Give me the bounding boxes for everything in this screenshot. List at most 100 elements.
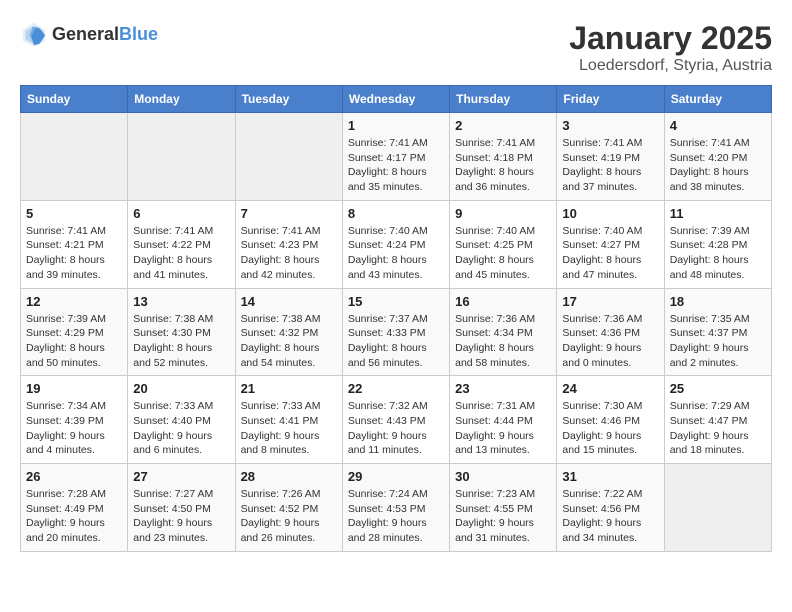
day-info: Sunrise: 7:41 AM Sunset: 4:19 PM Dayligh… bbox=[562, 136, 658, 195]
day-info: Sunrise: 7:35 AM Sunset: 4:37 PM Dayligh… bbox=[670, 312, 766, 371]
day-number: 30 bbox=[455, 469, 551, 484]
day-info: Sunrise: 7:29 AM Sunset: 4:47 PM Dayligh… bbox=[670, 399, 766, 458]
day-number: 31 bbox=[562, 469, 658, 484]
day-cell: 21 Sunrise: 7:33 AM Sunset: 4:41 PM Dayli… bbox=[235, 376, 342, 464]
day-number: 11 bbox=[670, 206, 766, 221]
header-monday: Monday bbox=[128, 86, 235, 113]
day-info: Sunrise: 7:34 AM Sunset: 4:39 PM Dayligh… bbox=[26, 399, 122, 458]
day-cell: 16 Sunrise: 7:36 AM Sunset: 4:34 PM Dayli… bbox=[450, 288, 557, 376]
day-info: Sunrise: 7:37 AM Sunset: 4:33 PM Dayligh… bbox=[348, 312, 444, 371]
day-info: Sunrise: 7:31 AM Sunset: 4:44 PM Dayligh… bbox=[455, 399, 551, 458]
week-row-4: 19 Sunrise: 7:34 AM Sunset: 4:39 PM Dayli… bbox=[21, 376, 772, 464]
header-wednesday: Wednesday bbox=[342, 86, 449, 113]
day-info: Sunrise: 7:27 AM Sunset: 4:50 PM Dayligh… bbox=[133, 487, 229, 546]
day-info: Sunrise: 7:24 AM Sunset: 4:53 PM Dayligh… bbox=[348, 487, 444, 546]
day-info: Sunrise: 7:41 AM Sunset: 4:18 PM Dayligh… bbox=[455, 136, 551, 195]
page-subtitle: Loedersdorf, Styria, Austria bbox=[569, 57, 772, 75]
day-cell: 17Sunrise: 7:36 AM Sunset: 4:36 PM Dayli… bbox=[557, 288, 664, 376]
day-cell: 7Sunrise: 7:41 AM Sunset: 4:23 PM Daylig… bbox=[235, 200, 342, 288]
day-number: 25 bbox=[670, 381, 766, 396]
day-cell: 22 Sunrise: 7:32 AM Sunset: 4:43 PM Dayli… bbox=[342, 376, 449, 464]
day-info: Sunrise: 7:30 AM Sunset: 4:46 PM Dayligh… bbox=[562, 399, 658, 458]
day-number: 22 bbox=[348, 381, 444, 396]
week-row-2: 5Sunrise: 7:41 AM Sunset: 4:21 PM Daylig… bbox=[21, 200, 772, 288]
header-row: SundayMondayTuesdayWednesdayThursdayFrid… bbox=[21, 86, 772, 113]
day-number: 6 bbox=[133, 206, 229, 221]
day-cell: 29 Sunrise: 7:24 AM Sunset: 4:53 PM Dayli… bbox=[342, 464, 449, 552]
day-number: 27 bbox=[133, 469, 229, 484]
day-info: Sunrise: 7:36 AM Sunset: 4:34 PM Dayligh… bbox=[455, 312, 551, 371]
day-cell: 8 Sunrise: 7:40 AM Sunset: 4:24 PM Daylig… bbox=[342, 200, 449, 288]
day-number: 26 bbox=[26, 469, 122, 484]
day-cell bbox=[664, 464, 771, 552]
day-cell bbox=[128, 113, 235, 201]
day-number: 17 bbox=[562, 294, 658, 309]
day-number: 3 bbox=[562, 118, 658, 133]
day-info: Sunrise: 7:39 AM Sunset: 4:29 PM Dayligh… bbox=[26, 312, 122, 371]
day-number: 10 bbox=[562, 206, 658, 221]
day-info: Sunrise: 7:32 AM Sunset: 4:43 PM Dayligh… bbox=[348, 399, 444, 458]
day-info: Sunrise: 7:41 AM Sunset: 4:20 PM Dayligh… bbox=[670, 136, 766, 195]
day-cell: 9Sunrise: 7:40 AM Sunset: 4:25 PM Daylig… bbox=[450, 200, 557, 288]
logo-text-general: General bbox=[52, 24, 119, 45]
day-cell: 23 Sunrise: 7:31 AM Sunset: 4:44 PM Dayli… bbox=[450, 376, 557, 464]
day-info: Sunrise: 7:33 AM Sunset: 4:40 PM Dayligh… bbox=[133, 399, 229, 458]
day-number: 13 bbox=[133, 294, 229, 309]
day-info: Sunrise: 7:40 AM Sunset: 4:27 PM Dayligh… bbox=[562, 224, 658, 283]
logo-icon bbox=[20, 20, 48, 48]
header-friday: Friday bbox=[557, 86, 664, 113]
day-cell: 13Sunrise: 7:38 AM Sunset: 4:30 PM Dayli… bbox=[128, 288, 235, 376]
calendar-table: SundayMondayTuesdayWednesdayThursdayFrid… bbox=[20, 85, 772, 552]
day-cell: 19 Sunrise: 7:34 AM Sunset: 4:39 PM Dayli… bbox=[21, 376, 128, 464]
day-cell bbox=[21, 113, 128, 201]
day-cell bbox=[235, 113, 342, 201]
day-number: 16 bbox=[455, 294, 551, 309]
day-info: Sunrise: 7:28 AM Sunset: 4:49 PM Dayligh… bbox=[26, 487, 122, 546]
day-cell: 2Sunrise: 7:41 AM Sunset: 4:18 PM Daylig… bbox=[450, 113, 557, 201]
title-block: January 2025 Loedersdorf, Styria, Austri… bbox=[569, 20, 772, 75]
day-info: Sunrise: 7:33 AM Sunset: 4:41 PM Dayligh… bbox=[241, 399, 337, 458]
day-number: 23 bbox=[455, 381, 551, 396]
day-number: 19 bbox=[26, 381, 122, 396]
day-cell: 15 Sunrise: 7:37 AM Sunset: 4:33 PM Dayli… bbox=[342, 288, 449, 376]
day-cell: 26 Sunrise: 7:28 AM Sunset: 4:49 PM Dayli… bbox=[21, 464, 128, 552]
logo: General Blue bbox=[20, 20, 158, 48]
day-number: 28 bbox=[241, 469, 337, 484]
week-row-5: 26 Sunrise: 7:28 AM Sunset: 4:49 PM Dayli… bbox=[21, 464, 772, 552]
header-sunday: Sunday bbox=[21, 86, 128, 113]
day-cell: 27 Sunrise: 7:27 AM Sunset: 4:50 PM Dayli… bbox=[128, 464, 235, 552]
page-title: January 2025 bbox=[569, 20, 772, 57]
day-info: Sunrise: 7:40 AM Sunset: 4:24 PM Dayligh… bbox=[348, 224, 444, 283]
day-number: 29 bbox=[348, 469, 444, 484]
day-cell: 6 Sunrise: 7:41 AM Sunset: 4:22 PM Daylig… bbox=[128, 200, 235, 288]
day-info: Sunrise: 7:39 AM Sunset: 4:28 PM Dayligh… bbox=[670, 224, 766, 283]
day-cell: 30 Sunrise: 7:23 AM Sunset: 4:55 PM Dayli… bbox=[450, 464, 557, 552]
day-cell: 10 Sunrise: 7:40 AM Sunset: 4:27 PM Dayli… bbox=[557, 200, 664, 288]
day-cell: 11 Sunrise: 7:39 AM Sunset: 4:28 PM Dayli… bbox=[664, 200, 771, 288]
day-info: Sunrise: 7:41 AM Sunset: 4:21 PM Dayligh… bbox=[26, 224, 122, 283]
day-cell: 12Sunrise: 7:39 AM Sunset: 4:29 PM Dayli… bbox=[21, 288, 128, 376]
day-info: Sunrise: 7:41 AM Sunset: 4:22 PM Dayligh… bbox=[133, 224, 229, 283]
day-cell: 14Sunrise: 7:38 AM Sunset: 4:32 PM Dayli… bbox=[235, 288, 342, 376]
day-cell: 20Sunrise: 7:33 AM Sunset: 4:40 PM Dayli… bbox=[128, 376, 235, 464]
day-number: 21 bbox=[241, 381, 337, 396]
day-info: Sunrise: 7:38 AM Sunset: 4:32 PM Dayligh… bbox=[241, 312, 337, 371]
day-cell: 5Sunrise: 7:41 AM Sunset: 4:21 PM Daylig… bbox=[21, 200, 128, 288]
day-cell: 28Sunrise: 7:26 AM Sunset: 4:52 PM Dayli… bbox=[235, 464, 342, 552]
day-info: Sunrise: 7:23 AM Sunset: 4:55 PM Dayligh… bbox=[455, 487, 551, 546]
day-number: 15 bbox=[348, 294, 444, 309]
day-number: 7 bbox=[241, 206, 337, 221]
calendar-header: SundayMondayTuesdayWednesdayThursdayFrid… bbox=[21, 86, 772, 113]
day-number: 8 bbox=[348, 206, 444, 221]
week-row-3: 12Sunrise: 7:39 AM Sunset: 4:29 PM Dayli… bbox=[21, 288, 772, 376]
day-info: Sunrise: 7:40 AM Sunset: 4:25 PM Dayligh… bbox=[455, 224, 551, 283]
day-cell: 18 Sunrise: 7:35 AM Sunset: 4:37 PM Dayli… bbox=[664, 288, 771, 376]
day-number: 24 bbox=[562, 381, 658, 396]
day-info: Sunrise: 7:22 AM Sunset: 4:56 PM Dayligh… bbox=[562, 487, 658, 546]
calendar-body: 1Sunrise: 7:41 AM Sunset: 4:17 PM Daylig… bbox=[21, 113, 772, 552]
header-saturday: Saturday bbox=[664, 86, 771, 113]
header-tuesday: Tuesday bbox=[235, 86, 342, 113]
day-number: 1 bbox=[348, 118, 444, 133]
day-number: 18 bbox=[670, 294, 766, 309]
day-number: 4 bbox=[670, 118, 766, 133]
